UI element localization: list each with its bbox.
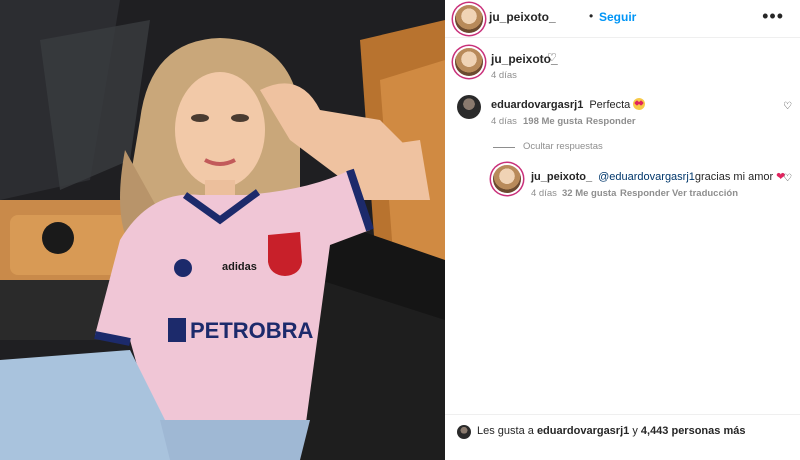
- comment-like-heart-icon[interactable]: ♡: [783, 101, 792, 112]
- translate-button[interactable]: Ver traducción: [672, 188, 738, 199]
- comment-text-row: eduardovargasrj1 Perfecta: [491, 98, 646, 111]
- comments-panel: ju_peixoto_ • Seguir ••• ju_peixoto_ ♡ 4…: [445, 0, 800, 460]
- comment-time[interactable]: 4 días: [491, 116, 517, 127]
- hide-replies-button[interactable]: Ocultar respuestas: [523, 141, 603, 152]
- likes-others-link[interactable]: 4,443 personas más: [641, 425, 746, 437]
- reply-likes-count[interactable]: 32 Me gusta: [562, 188, 616, 199]
- liker-username[interactable]: eduardovargasrj1: [537, 425, 629, 437]
- caption-heart-icon[interactable]: ♡: [547, 51, 557, 64]
- reply-mention-link[interactable]: @eduardovargasrj1: [598, 171, 695, 183]
- liker-avatar[interactable]: [457, 425, 471, 439]
- reply-reply-button[interactable]: Responder: [620, 188, 670, 199]
- reply-text-row: ju_peixoto_ @eduardovargasrj1gracias mi a…: [531, 170, 785, 183]
- svg-text:U: U: [273, 242, 295, 275]
- reply-like-heart-icon[interactable]: ♡: [783, 173, 792, 184]
- commenter-username[interactable]: eduardovargasrj1: [491, 99, 583, 111]
- post-photo-illustration: U adidas PETROBRA: [0, 0, 445, 460]
- post-photo[interactable]: U adidas PETROBRA: [0, 0, 445, 460]
- more-horizontal-icon[interactable]: •••: [762, 6, 784, 27]
- likes-summary: Les gusta a eduardovargasrj1 y 4,443 per…: [477, 425, 745, 437]
- svg-text:adidas: adidas: [222, 261, 257, 273]
- caption-avatar[interactable]: [455, 48, 483, 76]
- likes-joiner: y: [632, 425, 638, 437]
- reply-username[interactable]: ju_peixoto_: [531, 171, 592, 183]
- reply-avatar[interactable]: [493, 165, 521, 193]
- likes-footer: Les gusta a eduardovargasrj1 y 4,443 per…: [445, 414, 800, 460]
- author-avatar[interactable]: [455, 5, 483, 33]
- comment-text: Perfecta: [589, 99, 631, 111]
- comment-reply-button[interactable]: Responder: [586, 116, 636, 127]
- reply-text: gracias mi amor: [694, 171, 774, 183]
- separator-dot: •: [589, 9, 594, 23]
- reply-time[interactable]: 4 días: [531, 188, 557, 199]
- follow-button[interactable]: Seguir: [599, 10, 636, 24]
- caption-time[interactable]: 4 días: [491, 70, 517, 81]
- commenter-avatar[interactable]: [457, 95, 481, 119]
- svg-text:PETROBRA: PETROBRA: [190, 318, 314, 343]
- comment-likes-count[interactable]: 198 Me gusta: [523, 116, 583, 127]
- likes-prefix: Les gusta a: [477, 425, 534, 437]
- heart-eyes-emoji-icon: [633, 98, 646, 110]
- author-username[interactable]: ju_peixoto_: [489, 10, 556, 24]
- post-header: ju_peixoto_ • Seguir •••: [445, 0, 800, 38]
- hide-replies-line: [493, 147, 515, 148]
